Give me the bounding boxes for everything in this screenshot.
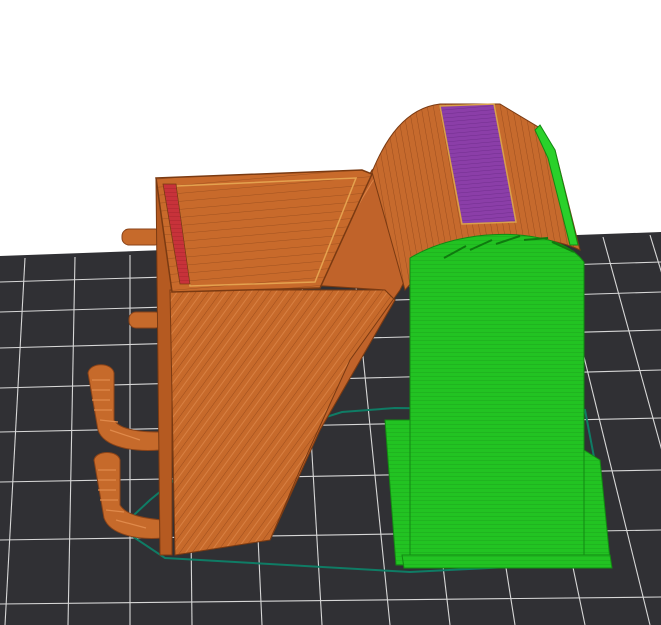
gcode-preview-canvas[interactable] (0, 0, 661, 625)
3d-preview-viewport[interactable] (0, 0, 661, 625)
